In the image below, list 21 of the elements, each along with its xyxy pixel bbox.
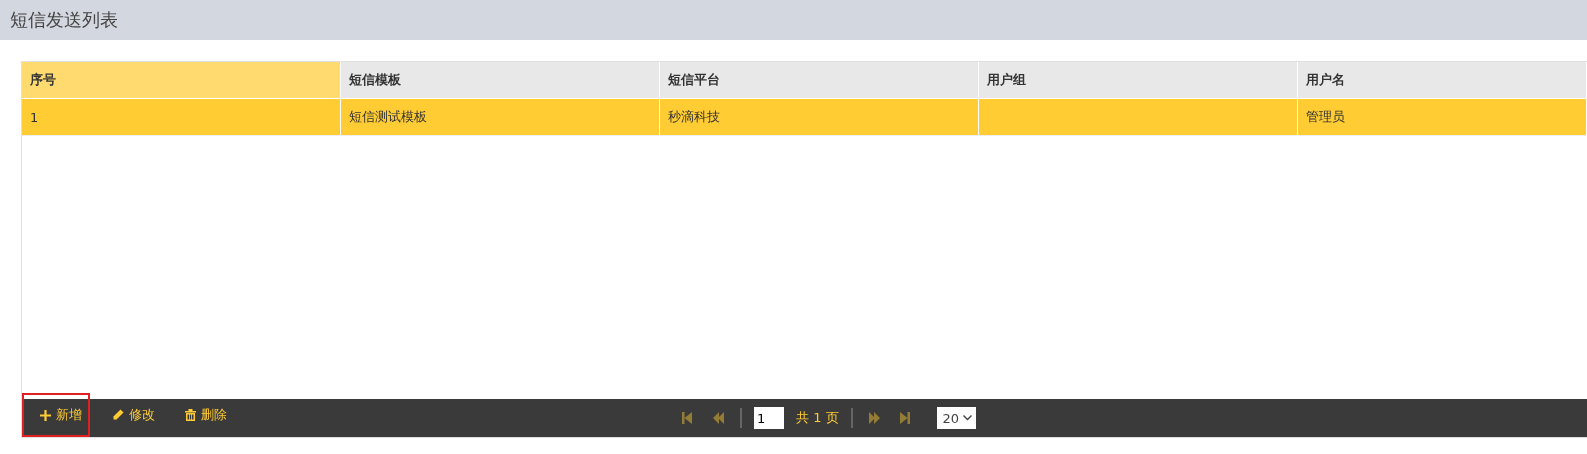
table-cell[interactable]: 秒滴科技 [660,99,979,136]
page-number-field[interactable]: 1 [754,407,784,429]
page-count: 共 1 页 [796,409,839,427]
edit-button[interactable]: 修改 [94,393,163,437]
add-button[interactable]: 新增 [22,393,90,437]
pencil-icon [112,409,124,421]
table-cell[interactable]: 管理员 [1298,99,1587,136]
column-header[interactable]: 短信模板 [341,62,660,99]
plus-icon [40,409,51,421]
table-cell[interactable]: 1 [22,99,341,136]
table-cell[interactable]: 短信测试模板 [341,99,660,136]
column-header[interactable]: 短信平台 [660,62,979,99]
delete-button[interactable]: 删除 [167,393,235,437]
page-size-select[interactable]: 20 [936,407,977,429]
chevron-down-icon [963,415,973,421]
column-header[interactable]: 序号 [22,62,341,99]
column-header[interactable]: 用户名 [1298,62,1587,99]
trash-icon [185,409,196,421]
column-header[interactable]: 用户组 [979,62,1298,99]
page-title: 短信发送列表 [10,8,118,32]
table-cell[interactable] [979,99,1298,136]
